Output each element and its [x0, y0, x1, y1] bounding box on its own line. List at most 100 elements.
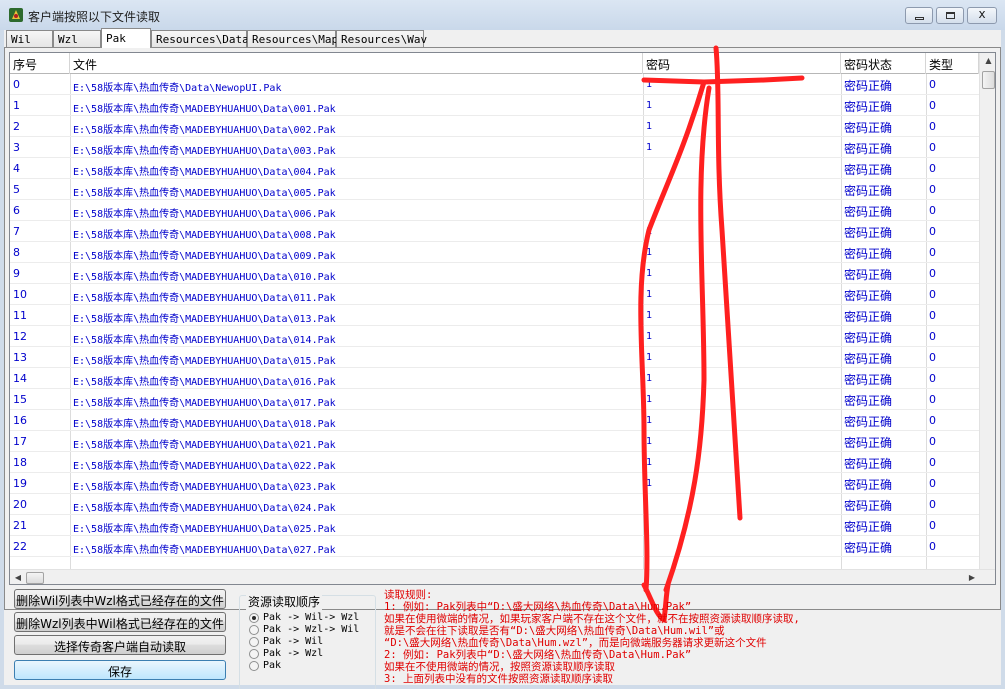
table-row[interactable]: 6 E:\58版本库\热血传奇\MADEBYHUAHUO\Data\006.Pak… [10, 200, 979, 221]
table-row[interactable]: 4 E:\58版本库\热血传奇\MADEBYHUAHUO\Data\004.Pak… [10, 158, 979, 179]
cell-type: 0 [929, 393, 936, 406]
tab-pak[interactable]: Pak [101, 28, 151, 48]
rules-line: 如果在使用微端的情况，如果玩家客户端不存在这个文件，就不在按照资源读取顺序读取, [384, 613, 800, 625]
table-row[interactable]: 1 E:\58版本库\热血传奇\MADEBYHUAHUO\Data\001.Pak… [10, 95, 979, 116]
vertical-scroll-thumb[interactable] [982, 71, 995, 89]
table-row[interactable]: 9 E:\58版本库\热血传奇\MADEBYHUAHUO\Data\010.Pak… [10, 263, 979, 284]
table-row[interactable]: 19 E:\58版本库\热血传奇\MADEBYHUAHUO\Data\023.Pa… [10, 473, 979, 494]
cell-password-status: 密码正确 [844, 79, 893, 93]
auto-read-client-button[interactable]: 选择传奇客户端自动读取 [14, 635, 226, 655]
close-icon: x [978, 7, 986, 21]
cell-index: 14 [13, 372, 27, 385]
cell-password-status: 密码正确 [844, 478, 893, 492]
title-bar: 客户端按照以下文件读取 x [0, 0, 1005, 30]
cell-index: 16 [13, 414, 27, 427]
cell-index: 20 [13, 498, 27, 511]
table-row[interactable]: 11 E:\58版本库\热血传奇\MADEBYHUAHUO\Data\013.Pa… [10, 305, 979, 326]
table-row[interactable]: 21 E:\58版本库\热血传奇\MADEBYHUAHUO\Data\025.Pa… [10, 515, 979, 536]
cell-file: E:\58版本库\热血传奇\Data\NewopUI.Pak [73, 83, 282, 94]
cell-type: 0 [929, 351, 936, 364]
cell-type: 0 [929, 456, 936, 469]
cell-password-status: 密码正确 [844, 520, 893, 534]
rules-line: 如果在不使用微端的情况，按照资源读取顺序读取 [384, 661, 615, 673]
tab-wil[interactable]: Wil [6, 30, 53, 48]
tab-label: Resources\Map [252, 33, 339, 46]
cell-file: E:\58版本库\热血传奇\MADEBYHUAHUO\Data\005.Pak [73, 188, 336, 199]
table-row[interactable]: 17 E:\58版本库\热血传奇\MADEBYHUAHUO\Data\021.Pa… [10, 431, 979, 452]
cell-index: 8 [13, 246, 20, 259]
scroll-up-icon[interactable]: ▲ [980, 53, 995, 70]
save-button[interactable]: 保存 [14, 660, 226, 680]
maximize-button[interactable] [936, 7, 964, 24]
column-header-password-status[interactable]: 密码状态 [841, 53, 926, 74]
delete-wil-duplicates-button[interactable]: 删除Wil列表中Wzl格式已经存在的文件 [14, 589, 226, 609]
cell-password: 1 [646, 142, 653, 153]
radio-label: Pak -> Wzl-> Wil [263, 624, 360, 635]
scroll-left-icon[interactable]: ◀ [11, 570, 25, 584]
table-row[interactable]: 13 E:\58版本库\热血传奇\MADEBYHUAHUO\Data\015.Pa… [10, 347, 979, 368]
tab-wzl[interactable]: Wzl [53, 30, 101, 48]
tab-resources-data[interactable]: Resources\Data [151, 30, 249, 48]
table-row[interactable]: 0 E:\58版本库\热血传奇\Data\NewopUI.Pak 1 密码正确 0 [10, 74, 979, 95]
cell-password-status: 密码正确 [844, 499, 893, 513]
cell-type: 0 [929, 267, 936, 280]
cell-type: 0 [929, 78, 936, 91]
radio-unchecked-icon[interactable] [249, 661, 259, 671]
cell-password: 1 [646, 394, 653, 405]
table-row[interactable]: 5 E:\58版本库\热血传奇\MADEBYHUAHUO\Data\005.Pak… [10, 179, 979, 200]
radio-unchecked-icon[interactable] [249, 637, 259, 647]
cell-file: E:\58版本库\热血传奇\MADEBYHUAHUO\Data\010.Pak [73, 272, 336, 283]
tab-resources-map[interactable]: Resources\Map [247, 30, 339, 48]
table-row[interactable]: 8 E:\58版本库\热血传奇\MADEBYHUAHUO\Data\009.Pak… [10, 242, 979, 263]
radio-checked-icon[interactable] [249, 613, 259, 623]
cell-password-status: 密码正确 [844, 394, 893, 408]
radio-unchecked-icon[interactable] [249, 649, 259, 659]
table-row[interactable]: 3 E:\58版本库\热血传奇\MADEBYHUAHUO\Data\003.Pak… [10, 137, 979, 158]
table-row[interactable]: 20 E:\58版本库\热血传奇\MADEBYHUAHUO\Data\024.Pa… [10, 494, 979, 515]
table-row[interactable]: 18 E:\58版本库\热血传奇\MADEBYHUAHUO\Data\022.Pa… [10, 452, 979, 473]
table-row[interactable]: 16 E:\58版本库\热血传奇\MADEBYHUAHUO\Data\018.Pa… [10, 410, 979, 431]
cell-password-status: 密码正确 [844, 310, 893, 324]
column-header-password[interactable]: 密码 [643, 53, 841, 74]
cell-type: 0 [929, 477, 936, 490]
table-row[interactable]: 10 E:\58版本库\热血传奇\MADEBYHUAHUO\Data\011.Pa… [10, 284, 979, 305]
cell-password [643, 179, 841, 200]
cell-index: 12 [13, 330, 27, 343]
table-row[interactable]: 22 E:\58版本库\热血传奇\MADEBYHUAHUO\Data\027.Pa… [10, 536, 979, 557]
column-header-index[interactable]: 序号 [10, 53, 70, 74]
cell-file: E:\58版本库\热血传奇\MADEBYHUAHUO\Data\008.Pak [73, 230, 336, 241]
cell-type: 0 [929, 183, 936, 196]
cell-password [643, 536, 841, 557]
close-button[interactable]: x [967, 7, 997, 24]
client-area: Wil Wzl Pak Resources\Data Resources\Map… [4, 28, 1001, 689]
table-row[interactable]: 15 E:\58版本库\热血传奇\MADEBYHUAHUO\Data\017.Pa… [10, 389, 979, 410]
radio-unchecked-icon[interactable] [249, 625, 259, 635]
horizontal-scrollbar[interactable]: ◀ ▶ [10, 569, 995, 584]
rules-line: 3: 上面列表中没有的文件按照资源读取顺序读取 [384, 673, 613, 685]
cell-password: 1 [646, 310, 653, 321]
cell-password-status: 密码正确 [844, 205, 893, 219]
minimize-button[interactable] [905, 7, 933, 24]
horizontal-scroll-thumb[interactable] [26, 572, 44, 584]
table-row[interactable]: 12 E:\58版本库\热血传奇\MADEBYHUAHUO\Data\014.Pa… [10, 326, 979, 347]
delete-wzl-duplicates-button[interactable]: 删除Wzl列表中Wil格式已经存在的文件 [14, 612, 226, 632]
tab-resources-wav[interactable]: Resources\Wav [336, 30, 427, 48]
cell-password-status: 密码正确 [844, 436, 893, 450]
table-row[interactable]: 7 E:\58版本库\热血传奇\MADEBYHUAHUO\Data\008.Pak… [10, 221, 979, 242]
column-header-file[interactable]: 文件 [70, 53, 643, 74]
cell-password: 1 [646, 436, 653, 447]
scroll-right-icon[interactable]: ▶ [965, 570, 979, 584]
cell-type: 0 [929, 120, 936, 133]
window-title: 客户端按照以下文件读取 [28, 10, 161, 24]
pak-file-grid[interactable]: 序号 文件 密码 密码状态 类型 0 E:\58版本库\热血传奇\Data\New… [9, 52, 996, 585]
vertical-scrollbar[interactable]: ▲ [979, 53, 995, 569]
cell-password-status: 密码正确 [844, 373, 893, 387]
table-row[interactable]: 2 E:\58版本库\热血传奇\MADEBYHUAHUO\Data\002.Pak… [10, 116, 979, 137]
cell-type: 0 [929, 225, 936, 238]
cell-file: E:\58版本库\热血传奇\MADEBYHUAHUO\Data\002.Pak [73, 125, 336, 136]
table-row[interactable]: 14 E:\58版本库\热血传奇\MADEBYHUAHUO\Data\016.Pa… [10, 368, 979, 389]
cell-file: E:\58版本库\热血传奇\MADEBYHUAHUO\Data\016.Pak [73, 377, 336, 388]
cell-index: 6 [13, 204, 20, 217]
cell-index: 15 [13, 393, 27, 406]
column-header-type[interactable]: 类型 [926, 53, 979, 74]
